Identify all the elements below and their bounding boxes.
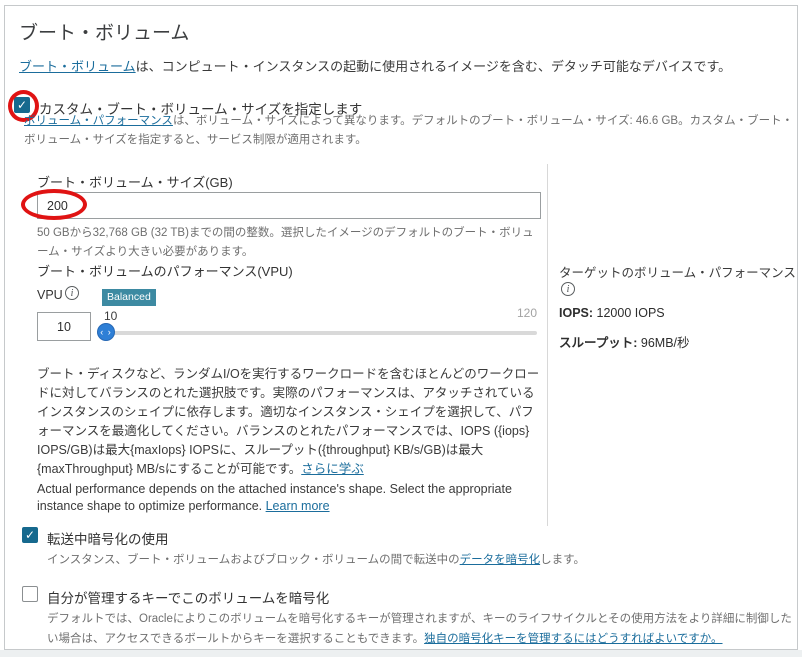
performance-description-jp: ブート・ディスクなど、ランダムI/Oを実行するワークロードを含むほとんどのワーク… [37,365,545,479]
volume-performance-link[interactable]: ボリューム・パフォーマンス [24,115,173,127]
target-iops-row: IOPS: 12000 IOPS [559,306,665,320]
vpu-value-input[interactable] [37,312,91,341]
transit-encryption-checkbox[interactable]: ✓ [22,527,38,543]
throughput-value: 96MB/秒 [641,336,690,350]
own-key-encryption-checkbox[interactable] [22,586,38,602]
performance-section-label: ブート・ボリュームのパフォーマンス(VPU) [37,261,293,280]
target-performance-title: ターゲットのボリューム・パフォーマンス [559,262,799,281]
target-throughput-row: スループット: 96MB/秒 [559,332,690,351]
vpu-slider-thumb[interactable]: ‹ › [97,323,115,341]
panel-description: ブート・ボリュームは、コンピュート・インスタンスの起動に使用されるイメージを含む… [19,56,731,75]
boot-volume-panel: ブート・ボリューム ブート・ボリュームは、コンピュート・インスタンスの起動に使用… [4,5,798,650]
check-icon: ✓ [25,529,35,541]
target-performance-info-icon[interactable]: i [561,282,575,296]
check-icon: ✓ [17,99,27,111]
vpu-label: VPU [37,288,63,302]
custom-size-checkbox[interactable]: ✓ [14,97,30,113]
transit-encryption-note: インスタンス、ブート・ボリュームおよびブロック・ボリュームの間で転送中のデータを… [47,551,747,567]
vpu-slider-track[interactable] [97,331,537,335]
boot-volume-link[interactable]: ブート・ボリューム [19,59,136,74]
own-key-encryption-note: デフォルトでは、Oracleによりこのボリュームを暗号化するキーが管理されますが… [47,609,797,649]
panel-description-text: は、コンピュート・インスタンスの起動に使用されるイメージを含む、デタッチ可能なデ… [136,59,732,74]
manage-own-key-link[interactable]: 独自の暗号化キーを管理するにはどうすればよいですか。 [424,633,722,645]
slider-handle-icon: ‹ › [100,327,112,337]
iops-label: IOPS: [559,306,593,320]
volume-performance-note: ボリューム・パフォーマンスは、ボリューム・サイズによって異なります。デフォルトの… [24,112,794,150]
performance-description-en: Actual performance depends on the attach… [37,481,545,515]
performance-description-block: ブート・ディスクなど、ランダムI/Oを実行するワークロードを含むほとんどのワーク… [37,365,545,515]
boot-volume-size-input[interactable] [37,192,541,219]
slider-max-label: 120 [482,306,537,320]
page-title: ブート・ボリューム [19,18,189,45]
vpu-info-icon[interactable]: i [65,286,79,300]
own-key-encryption-label: 自分が管理するキーでこのボリュームを暗号化 [47,587,329,607]
boot-volume-size-label: ブート・ボリューム・サイズ(GB) [37,172,233,191]
iops-value: 12000 IOPS [597,306,665,320]
transit-encryption-label: 転送中暗号化の使用 [47,528,169,548]
boot-volume-size-help: 50 GBから32,768 GB (32 TB)までの間の整数。選択したイメージ… [37,224,545,262]
bottom-strip [0,650,802,657]
slider-min-label: 10 [104,309,117,323]
learn-more-en-link[interactable]: Learn more [266,499,330,513]
balanced-badge: Balanced [102,289,156,306]
throughput-label: スループット: [559,336,637,350]
learn-more-jp-link[interactable]: さらに学ぶ [301,462,364,476]
encrypt-data-link[interactable]: データを暗号化 [460,554,541,566]
column-divider [547,164,548,526]
